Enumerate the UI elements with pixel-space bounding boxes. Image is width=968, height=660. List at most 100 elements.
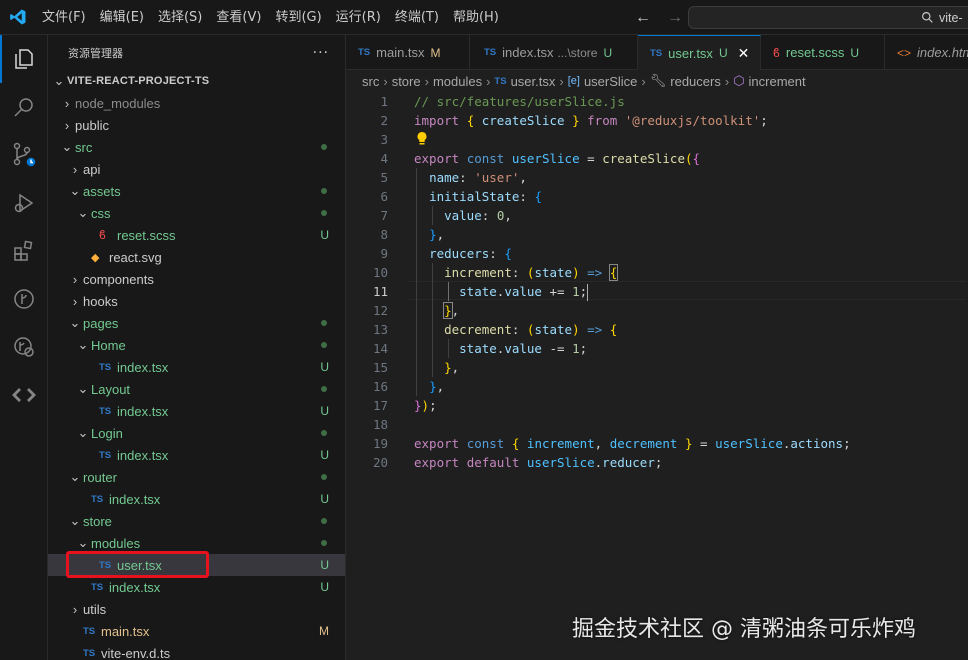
tab-reset-scss[interactable]: ϐ reset.scss U [761, 35, 885, 70]
tree-item-label: utils [83, 601, 107, 617]
folder-row[interactable]: › utils [48, 598, 345, 620]
extensions-icon[interactable] [0, 227, 48, 275]
lightbulb-icon[interactable] [416, 131, 428, 150]
forward-arrow-icon[interactable]: → [664, 9, 686, 27]
breadcrumb-item[interactable]: increment [749, 74, 806, 89]
file-row[interactable]: TS index.tsx U [48, 356, 345, 378]
git-status-dot [321, 540, 327, 546]
tree-item-label: index.tsx [117, 447, 169, 463]
file-row[interactable]: TS vite-env.d.ts [48, 642, 345, 660]
git-status-dot [321, 518, 327, 524]
folder-row[interactable]: › components [48, 268, 345, 290]
more-actions-icon[interactable]: ··· [313, 45, 329, 61]
menu-view[interactable]: 查看(V) [209, 0, 268, 35]
folder-row[interactable]: ⌄ store [48, 510, 345, 532]
breadcrumb: src › store › modules › TS user.tsx › [e… [346, 70, 968, 92]
menu-selection[interactable]: 选择(S) [151, 0, 209, 35]
typescript-icon: TS [83, 625, 96, 637]
chevron-down-icon: ⌄ [69, 315, 81, 330]
command-center[interactable]: vite- [688, 6, 968, 29]
breadcrumb-item[interactable]: modules [433, 74, 482, 89]
code-line: }); [414, 398, 437, 413]
tab-store-index-tsx[interactable]: TS index.tsx ...\store U [470, 35, 638, 70]
menu-terminal[interactable]: 终端(T) [388, 0, 446, 35]
code-line: export default userSlice.reducer; [414, 455, 663, 470]
tab-label: index.htm [917, 45, 968, 60]
folder-row[interactable]: ⌄ Home [48, 334, 345, 356]
breadcrumb-item[interactable]: userSlice [584, 74, 637, 89]
folder-row[interactable]: ⌄ css [48, 202, 345, 224]
menu-run[interactable]: 运行(R) [329, 0, 388, 35]
code-line: }, [429, 227, 445, 242]
close-icon[interactable]: ✕ [738, 45, 750, 62]
code-line: name: 'user', [429, 170, 527, 185]
chevron-down-icon: ⌄ [77, 381, 89, 396]
scss-icon: ϐ [99, 228, 106, 242]
explorer-title: 资源管理器 [68, 46, 123, 60]
folder-row[interactable]: › public [48, 114, 345, 136]
remote-explorer-icon[interactable] [0, 323, 48, 371]
tab-main-tsx[interactable]: TS main.tsx M [346, 35, 470, 70]
menu-edit[interactable]: 编辑(E) [93, 0, 151, 35]
file-row[interactable]: ◆ react.svg [48, 246, 345, 268]
tab-user-tsx[interactable]: TS user.tsx U ✕ [638, 35, 761, 70]
scss-icon: ϐ [773, 45, 780, 60]
file-row[interactable]: TS index.tsx U [48, 488, 345, 510]
breadcrumb-item[interactable]: user.tsx [511, 74, 556, 89]
folder-row[interactable]: › api [48, 158, 345, 180]
git-graph-icon[interactable] [0, 275, 48, 323]
search-view-icon[interactable] [0, 83, 48, 131]
explorer-icon[interactable] [0, 35, 48, 83]
code-line: state.value -= 1; [459, 341, 588, 356]
editor-tabs: TS main.tsx M TS index.tsx ...\store U T… [346, 35, 968, 70]
code-line: reducers: { [429, 246, 512, 261]
folder-row[interactable]: ⌄ pages [48, 312, 345, 334]
run-debug-icon[interactable] [0, 179, 48, 227]
method-icon: ⬡ [733, 73, 745, 88]
chevron-right-icon: › [72, 293, 78, 309]
tab-label: reset.scss [785, 45, 845, 60]
git-status-badge: U [320, 228, 329, 242]
breadcrumb-item[interactable]: store [392, 74, 421, 89]
folder-row[interactable]: ⌄ Layout [48, 378, 345, 400]
code-editor[interactable]: 1 2 3 4 5 6 7 8 9 10 11 12 13 14 15 16 17 18 19 20 // src/f… [346, 92, 968, 660]
tree-item-label: store [83, 513, 112, 529]
file-row[interactable]: TS main.tsx M [48, 620, 345, 642]
tab-index-html[interactable]: <> index.htm [885, 35, 968, 70]
typescript-icon: TS [650, 47, 663, 59]
git-status-badge: U [320, 448, 329, 462]
project-root[interactable]: ⌄ VITE-REACT-PROJECT-TS [48, 70, 345, 92]
folder-row[interactable]: ⌄ router [48, 466, 345, 488]
chevron-down-icon: ⌄ [53, 73, 65, 88]
folder-row[interactable]: › hooks [48, 290, 345, 312]
chevron-right-icon: › [383, 73, 388, 89]
chevron-down-icon: ⌄ [69, 513, 81, 528]
breadcrumb-item[interactable]: src [362, 74, 379, 89]
chevron-down-icon: ⌄ [61, 139, 73, 154]
back-arrow-icon[interactable]: ← [632, 9, 654, 27]
folder-row[interactable]: ⌄ assets [48, 180, 345, 202]
code-line: }, [443, 302, 460, 319]
chevron-down-icon: ⌄ [77, 535, 89, 550]
folder-row[interactable]: › node_modules [48, 92, 345, 114]
folder-row[interactable]: ⌄ src [48, 136, 345, 158]
code-icon[interactable] [0, 371, 48, 419]
file-row[interactable]: TS index.tsx U [48, 444, 345, 466]
line-number-text: 18 [372, 417, 388, 432]
git-status-dot [321, 210, 327, 216]
typescript-icon: TS [99, 405, 112, 417]
menu-help[interactable]: 帮助(H) [446, 0, 506, 35]
file-row[interactable]: TS index.tsx U [48, 400, 345, 422]
chevron-right-icon: › [64, 95, 70, 111]
source-control-icon[interactable] [0, 131, 48, 179]
folder-row[interactable]: ⌄ Login [48, 422, 345, 444]
menu-go[interactable]: 转到(G) [268, 0, 328, 35]
code-line: decrement: (state) => { [444, 322, 618, 337]
menu-file[interactable]: 文件(F) [35, 0, 93, 35]
git-status-dot [321, 320, 327, 326]
typescript-icon: TS [91, 581, 104, 593]
file-row[interactable]: TS index.tsx U [48, 576, 345, 598]
breadcrumb-item[interactable]: reducers [670, 74, 721, 89]
file-row[interactable]: ϐ reset.scss U [48, 224, 345, 246]
chevron-right-icon: › [559, 73, 564, 89]
